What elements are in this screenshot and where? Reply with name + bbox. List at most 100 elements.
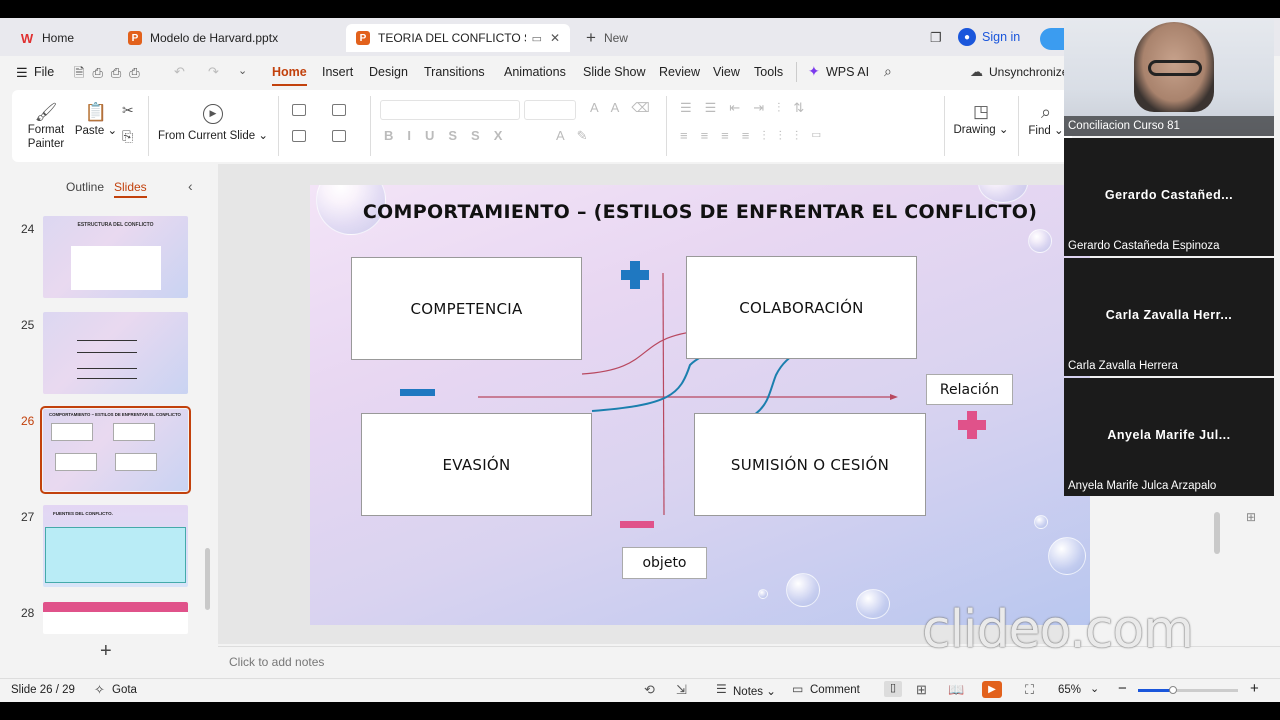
text-format-icons[interactable]: BIUSSX <box>384 128 516 143</box>
video-tile-gerardo[interactable]: Gerardo Castañed... Gerardo Castañeda Es… <box>1064 138 1274 256</box>
hamburger-icon[interactable]: ☰ <box>16 65 28 81</box>
tab-label: New <box>603 31 628 45</box>
more-chevron-icon[interactable]: ⌄ <box>238 64 247 77</box>
zoom-slider-fill <box>1138 689 1172 692</box>
menu-view[interactable]: View <box>713 65 740 79</box>
font-size-adjust-icons[interactable]: AA⌫ <box>590 100 662 116</box>
participant-name: Anyela Marife Julca Arzapalo <box>1068 480 1217 492</box>
tab-slides[interactable]: Slides <box>114 180 147 198</box>
panel-scrollbar[interactable] <box>205 548 210 610</box>
notes-button[interactable]: Notes ⌄ <box>733 684 776 698</box>
ribbon-separator <box>370 96 371 156</box>
format-painter-button[interactable]: 🖌 Format Painter <box>24 102 68 151</box>
layout-icon[interactable] <box>292 104 306 116</box>
sync-status[interactable]: Unsynchronized <box>989 65 1075 79</box>
slide-counter: Slide 26 / 29 <box>11 684 75 696</box>
participant-display-name: Gerardo Castañed... <box>1104 188 1234 202</box>
slide-thumbnail-25[interactable] <box>43 312 188 394</box>
menu-tools[interactable]: Tools <box>754 65 783 79</box>
canvas-scrollbar[interactable] <box>1214 512 1220 554</box>
slide-thumbnail-24[interactable]: ESTRUCTURA DEL CONFLICTO <box>43 216 188 298</box>
theme-name[interactable]: Gota <box>112 684 137 696</box>
ribbon-separator <box>666 96 667 156</box>
slide-thumbnail-27[interactable]: FUENTES DEL CONFLICTO. <box>43 505 188 587</box>
slide-thumbnail-28[interactable] <box>43 602 188 634</box>
video-tile-anyela[interactable]: Anyela Marife Jul... Anyela Marife Julca… <box>1064 378 1274 496</box>
tab-teoria-conflicto[interactable]: P TEORIA DEL CONFLICTO SOC ▭ ✕ <box>346 24 570 52</box>
new-slide-icon[interactable] <box>332 104 346 116</box>
sign-in-button[interactable]: ● Sign in <box>958 28 1020 46</box>
menu-insert[interactable]: Insert <box>322 65 353 79</box>
copy-icon[interactable]: ⎘ <box>122 128 133 145</box>
collapse-panel-icon[interactable]: ‹ <box>188 178 193 194</box>
cut-icon[interactable]: ✂ <box>122 102 134 119</box>
sign-in-label: Sign in <box>982 30 1021 44</box>
slide-thumbnail-26[interactable]: COMPORTAMIENTO – ESTILOS DE ENFRENTAR EL… <box>40 406 191 494</box>
thumb-line <box>77 352 137 353</box>
zoom-dropdown-icon[interactable]: ⌄ <box>1090 682 1099 695</box>
zoom-slider-thumb[interactable] <box>1169 686 1177 694</box>
menu-file[interactable]: File <box>34 65 54 79</box>
redo-icon[interactable]: ↷ <box>208 64 219 80</box>
video-tile-carla[interactable]: Carla Zavalla Herr... Carla Zavalla Herr… <box>1064 258 1274 376</box>
pptx-file-icon: P <box>128 31 142 45</box>
font-size-select[interactable] <box>524 100 576 120</box>
menu-home[interactable]: Home <box>272 65 307 86</box>
menu-design[interactable]: Design <box>369 65 408 79</box>
undo-icon[interactable]: ↶ <box>174 64 185 80</box>
zoom-out-icon[interactable]: − <box>1118 680 1127 697</box>
slide-26-canvas[interactable]: COMPORTAMIENTO – (ESTILOS DE ENFRENTAR E… <box>310 185 1090 625</box>
search-icon[interactable]: ⌕ <box>884 63 892 80</box>
fit-icon[interactable]: ⟲ <box>644 682 655 698</box>
section-icon[interactable] <box>292 130 306 142</box>
menu-wps-ai[interactable]: WPS AI <box>826 65 869 79</box>
tab-modelo-harvard[interactable]: P Modelo de Harvard.pptx <box>118 24 340 52</box>
add-slide-icon[interactable]: + <box>100 640 112 663</box>
find-button[interactable]: ⌕ Find ⌄ <box>1026 102 1066 137</box>
minus-blue-icon <box>400 389 435 396</box>
competencia-box[interactable]: COMPETENCIA <box>351 257 582 360</box>
zoom-level[interactable]: 65% <box>1058 684 1081 696</box>
thumb-box <box>55 453 97 471</box>
evasion-box[interactable]: EVASIÓN <box>361 413 592 516</box>
menu-review[interactable]: Review <box>659 65 700 79</box>
zoom-slider[interactable] <box>1138 686 1238 694</box>
window-restore-icon[interactable]: ❐ <box>930 30 942 46</box>
menu-transitions[interactable]: Transitions <box>424 65 485 79</box>
quick-access-icons[interactable]: 🗎⎙⎙⎙ <box>74 64 148 86</box>
zoom-in-icon[interactable]: + <box>1250 680 1259 697</box>
new-tab-button[interactable]: + New <box>576 24 656 52</box>
reset-icon[interactable] <box>332 130 346 142</box>
brush-icon: 🖌 <box>34 102 58 122</box>
grid-view-icon[interactable]: ⊞ <box>1246 510 1256 524</box>
objeto-label[interactable]: objeto <box>622 547 707 579</box>
reading-view-icon[interactable]: 📖 <box>948 682 964 698</box>
comment-button[interactable]: Comment <box>810 684 860 696</box>
fit-window-icon[interactable]: ⛶ <box>1025 682 1034 698</box>
thumb-diagram <box>71 246 161 290</box>
normal-view-icon[interactable]: ▯ <box>884 681 902 697</box>
tab-outline[interactable]: Outline <box>66 180 104 194</box>
export-icon[interactable]: ⇲ <box>676 682 687 698</box>
paste-button[interactable]: 📋 Paste ⌄ <box>74 102 118 137</box>
relacion-label[interactable]: Relación <box>926 374 1013 405</box>
from-current-slide-button[interactable]: ▶ From Current Slide ⌄ <box>158 104 268 142</box>
text-color-icons[interactable]: A✎ <box>556 128 600 144</box>
align-icons[interactable]: ≡≡≡≡⫶⫶⫶▭ <box>680 128 835 144</box>
menu-animations[interactable]: Animations <box>504 65 566 79</box>
close-tab-icon[interactable]: ✕ <box>550 31 560 45</box>
slide-sorter-icon[interactable]: ⊞ <box>916 682 927 698</box>
clideo-watermark: clideo.com <box>922 600 1194 660</box>
slideshow-play-icon[interactable]: ▶ <box>982 681 1002 698</box>
tab-home[interactable]: W Home <box>10 24 110 52</box>
list-icons[interactable]: ☰☰⇤⇥⫶⇅ <box>680 100 817 116</box>
monitor-icon[interactable]: ▭ <box>532 32 542 45</box>
sumision-box[interactable]: SUMISIÓN O CESIÓN <box>694 413 926 516</box>
video-tile-host[interactable]: Conciliacion Curso 81 <box>1064 18 1274 136</box>
find-icon: ⌕ <box>1040 102 1052 122</box>
drawing-button[interactable]: ◳ Drawing ⌄ <box>952 102 1010 136</box>
font-family-select[interactable] <box>380 100 520 120</box>
menu-slide-show[interactable]: Slide Show <box>583 65 646 79</box>
thumb-box <box>115 453 157 471</box>
colaboracion-box[interactable]: COLABORACIÓN <box>686 256 917 359</box>
